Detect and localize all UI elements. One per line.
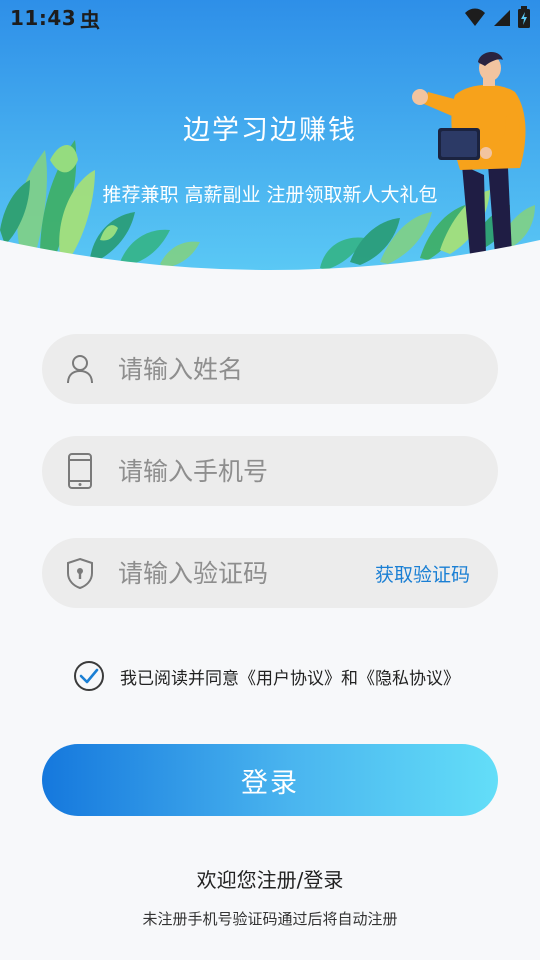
login-button[interactable]: 登录 (42, 744, 498, 816)
status-bar: 11:43 虫 (0, 0, 540, 36)
hero-subtitle: 推荐兼职 高薪副业 注册领取新人大礼包 (102, 184, 438, 206)
get-code-button[interactable]: 获取验证码 (375, 560, 470, 587)
phone-field[interactable] (42, 436, 498, 506)
check-icon (79, 668, 99, 684)
agreement-checkbox[interactable] (74, 661, 104, 691)
shield-icon (62, 555, 98, 591)
name-field[interactable] (42, 334, 498, 404)
agreement-text[interactable]: 我已阅读并同意《用户协议》和《隐私协议》 (120, 664, 460, 689)
hero-title: 边学习边赚钱 (183, 115, 357, 146)
phone-input[interactable] (118, 436, 418, 506)
name-input[interactable] (118, 334, 418, 404)
signal-icon (494, 10, 510, 26)
auto-register-note: 未注册手机号验证码通过后将自动注册 (142, 910, 398, 928)
phone-icon (62, 453, 98, 489)
user-icon (62, 351, 98, 387)
agreement-row[interactable]: 我已阅读并同意《用户协议》和《隐私协议》 (74, 660, 460, 692)
app-notification-icon: 虫 (80, 8, 100, 32)
battery-charging-icon (518, 6, 530, 28)
wifi-icon (465, 8, 485, 26)
welcome-text: 欢迎您注册/登录 (196, 868, 344, 892)
status-time: 11:43 (10, 6, 77, 30)
status-icons (464, 6, 530, 28)
code-field[interactable]: 获取验证码 (42, 538, 498, 608)
verification-code-input[interactable] (118, 538, 338, 608)
